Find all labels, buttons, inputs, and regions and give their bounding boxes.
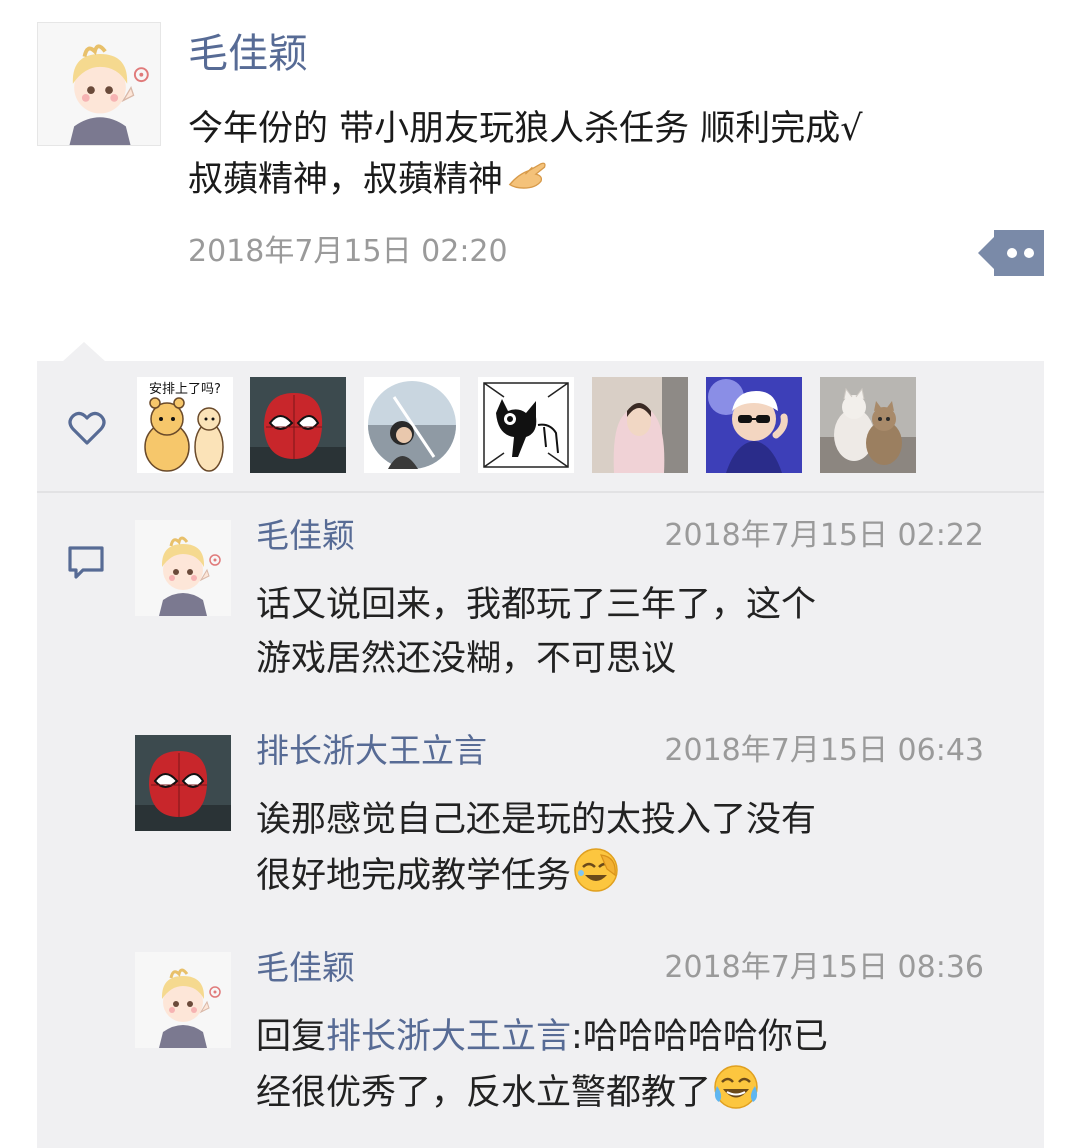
commenter-avatar[interactable] <box>135 735 231 831</box>
sticker-caption: 安排上了吗? <box>149 382 221 397</box>
more-dot-icon <box>1007 248 1017 258</box>
comment-text-line: 很好地完成教学任务 <box>256 847 996 903</box>
comment-text-line: 回复排长浙大王立言:哈哈哈哈哈你已 <box>256 1010 996 1064</box>
comment-text: 诶那感觉自己还是玩的太投入了没有 很好地完成教学任务 <box>256 793 996 903</box>
comment-timestamp: 2018年7月15日 06:43 <box>664 733 984 768</box>
liker-avatar-girl-portrait[interactable] <box>364 377 460 473</box>
comment-timestamp: 2018年7月15日 02:22 <box>664 518 984 553</box>
likes-row: 安排上了吗? <box>37 361 1044 491</box>
liker-avatar-bear-sticker[interactable]: 安排上了吗? <box>137 377 233 473</box>
liker-avatar-girl-pink-hoodie[interactable] <box>592 377 688 473</box>
interaction-panel: 安排上了吗? 毛佳颖 2018年7月15日 02:22 话又说回来，我都玩了三年… <box>37 361 1044 1148</box>
comment-timestamp: 2018年7月15日 08:36 <box>664 950 984 985</box>
post-author-name[interactable]: 毛佳颖 <box>188 28 308 80</box>
comment-text-line: 游戏居然还没糊，不可思议 <box>256 639 677 679</box>
liker-avatar-black-cat-drawing[interactable] <box>478 377 574 473</box>
liker-avatar-cats-photo[interactable] <box>820 377 916 473</box>
reply-prefix: 回复 <box>256 1017 327 1057</box>
comment-text-line: 话又说回来，我都玩了三年了，这个 <box>256 585 817 625</box>
more-dot-icon <box>1024 248 1034 258</box>
post-text-line-2: 叔蘋精神，叔蘋精神 <box>188 155 1048 206</box>
comment-text: 话又说回来，我都玩了三年了，这个 游戏居然还没糊，不可思议 <box>256 578 996 686</box>
commenter-name[interactable]: 毛佳颖 <box>256 514 355 558</box>
post-timestamp: 2018年7月15日 02:20 <box>188 234 508 269</box>
comment-text: 回复排长浙大王立言:哈哈哈哈哈你已 经很优秀了，反水立警都教了 <box>256 1010 996 1120</box>
post-author-avatar[interactable] <box>37 22 161 146</box>
commenter-avatar[interactable] <box>135 520 231 616</box>
tears-of-joy-emoji <box>714 1065 758 1109</box>
reply-target-name[interactable]: 排长浙大王立言 <box>326 1017 571 1057</box>
more-actions-icon <box>994 230 1044 276</box>
comment-icon <box>68 546 104 579</box>
comment-text-line: 诶那感觉自己还是玩的太投入了没有 <box>256 800 817 840</box>
comment-text-line: 经很优秀了，反水立警都教了 <box>256 1064 996 1120</box>
reply-text: :哈哈哈哈哈你已 <box>571 1017 828 1057</box>
heart-icon <box>68 411 106 445</box>
panel-caret <box>62 342 106 362</box>
more-actions-button[interactable] <box>978 230 1044 276</box>
post-body: 今年份的 带小朋友玩狼人杀任务 顺利完成√ 叔蘋精神，叔蘋精神 <box>188 104 1048 206</box>
facepalm-laugh-emoji <box>574 848 618 892</box>
more-actions-pointer <box>978 237 994 269</box>
likes-divider <box>37 491 1044 493</box>
liker-avatar-spiderman[interactable] <box>250 377 346 473</box>
post-text-line-1: 今年份的 带小朋友玩狼人杀任务 顺利完成√ <box>188 109 863 149</box>
ok-hand-emoji <box>508 162 546 189</box>
commenter-name[interactable]: 排长浙大王立言 <box>256 729 487 773</box>
liker-avatar-cartoon-boy-sunglasses[interactable] <box>706 377 802 473</box>
commenter-avatar[interactable] <box>135 952 231 1048</box>
commenter-name[interactable]: 毛佳颖 <box>256 946 355 990</box>
